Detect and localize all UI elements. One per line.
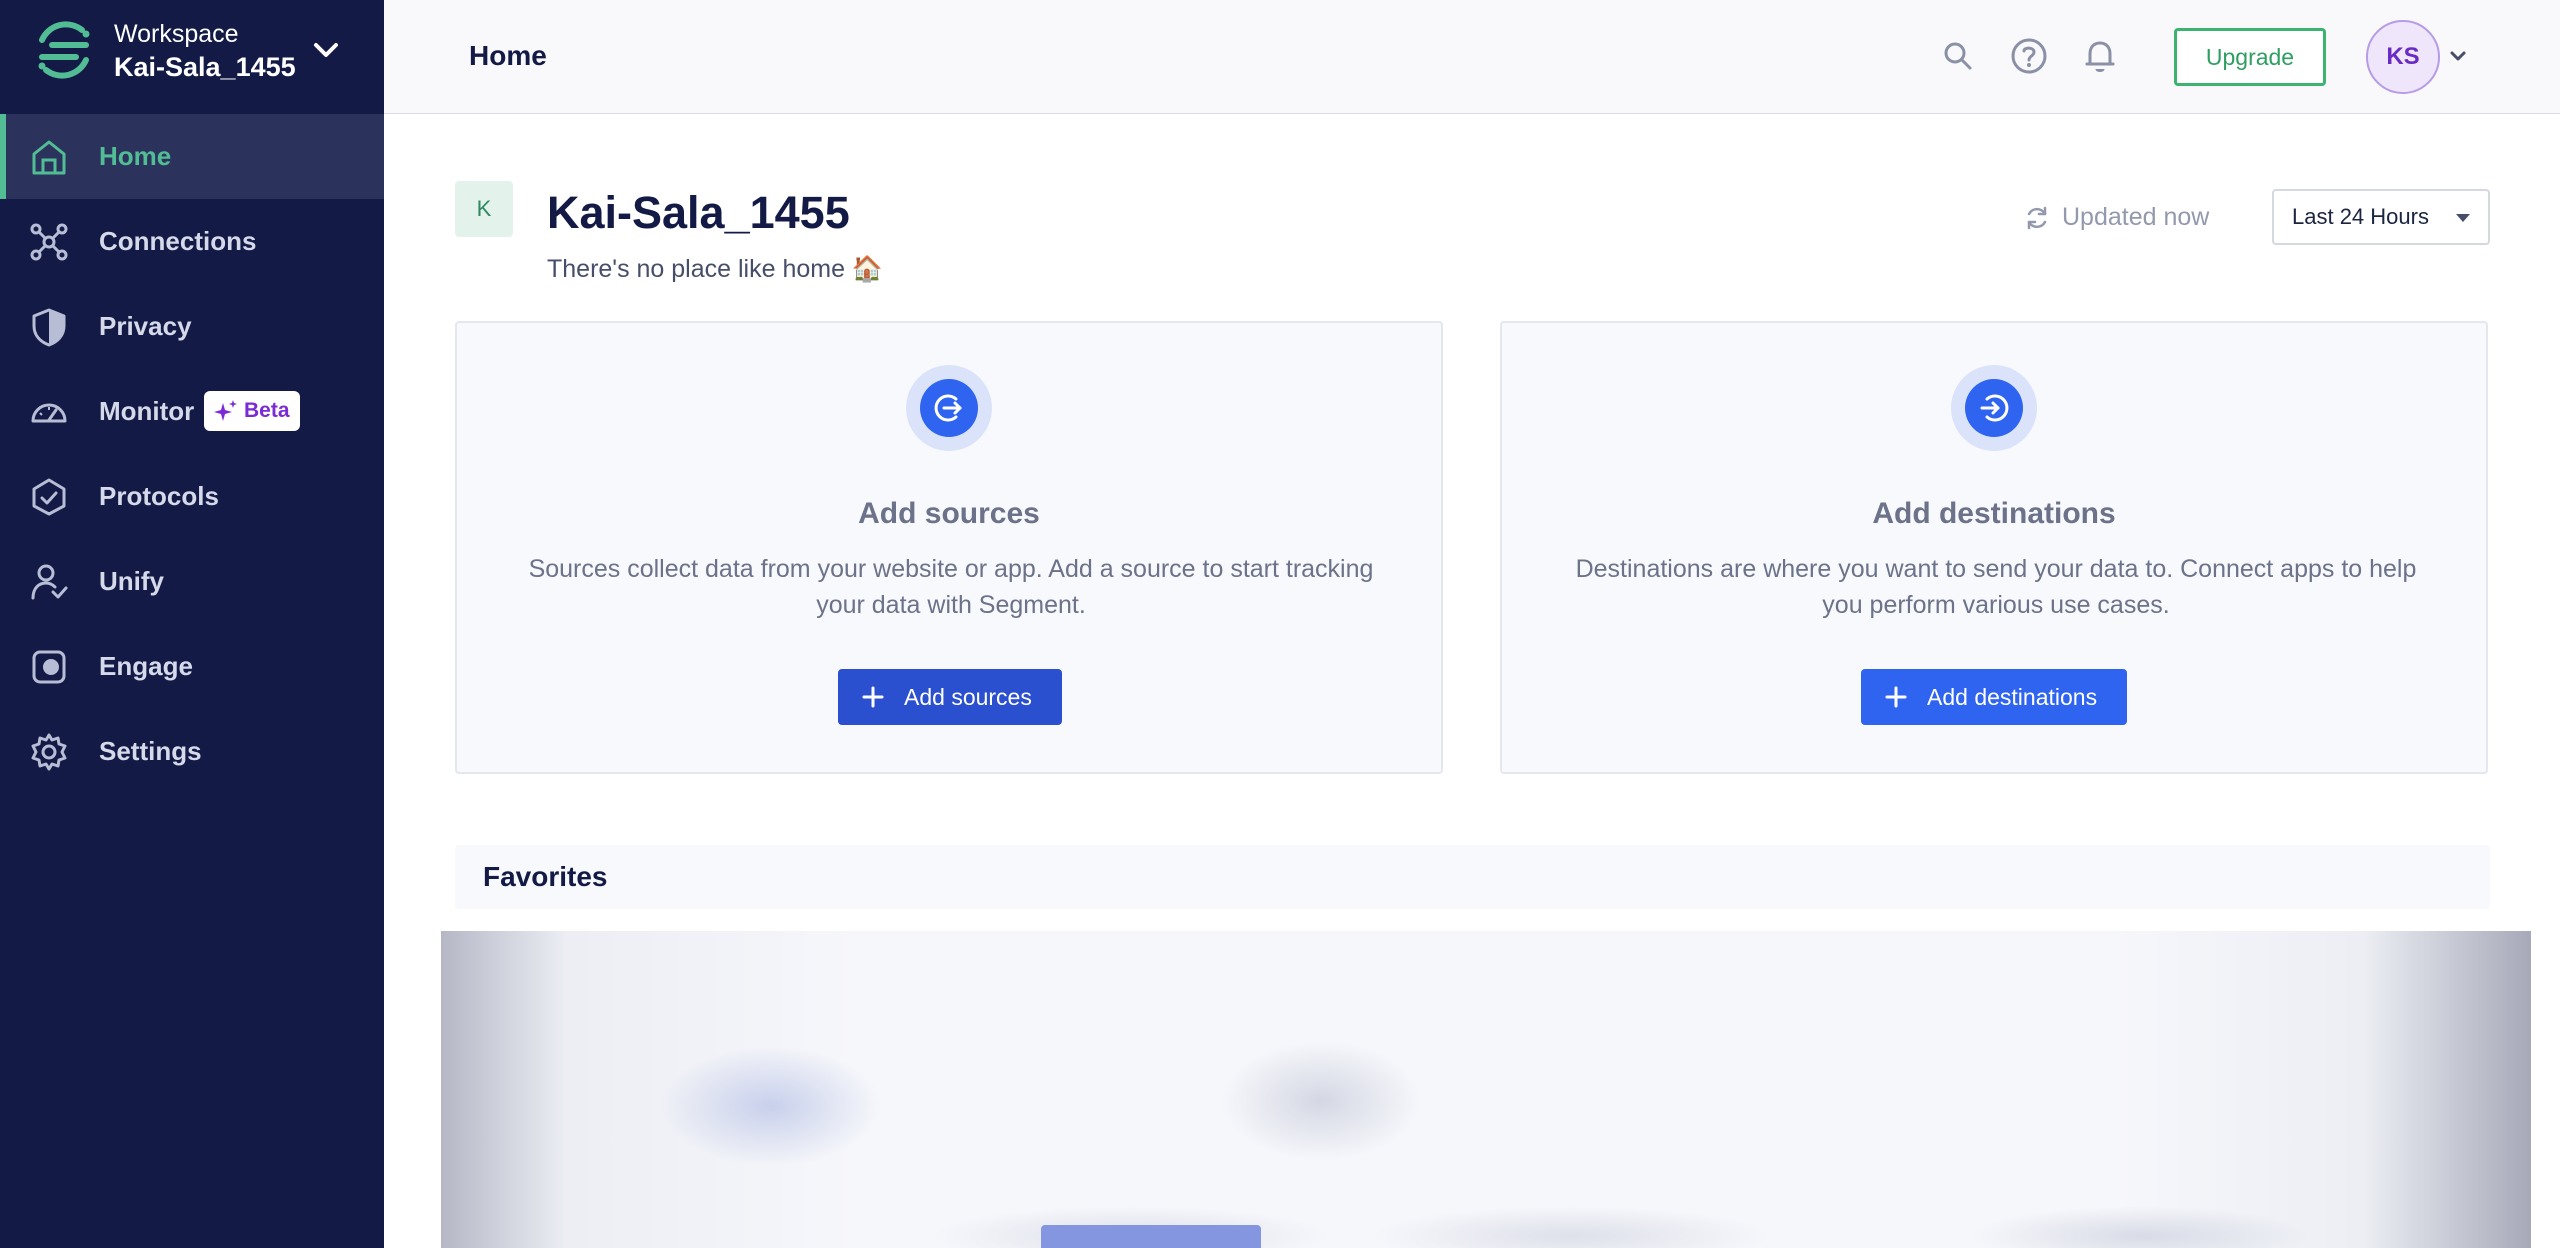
add-sources-card: Add sources Sources collect data from yo… [455, 321, 1443, 774]
sidebar-item-home[interactable]: Home [0, 114, 384, 199]
engage-icon [32, 650, 66, 684]
upgrade-button[interactable]: Upgrade [2174, 28, 2326, 86]
help-icon[interactable] [2009, 36, 2049, 76]
add-sources-button[interactable]: Add sources [838, 669, 1062, 725]
search-icon[interactable] [1938, 36, 1978, 76]
workspace-switcher[interactable]: Workspace Kai-Sala_1455 [0, 0, 384, 114]
card-title: Add destinations [1872, 497, 2116, 530]
add-destinations-button[interactable]: Add destinations [1861, 669, 2128, 725]
sidebar-item-monitor[interactable]: Monitor Beta [0, 369, 384, 454]
time-range-value: Last 24 Hours [2292, 204, 2429, 229]
refresh-icon [2027, 206, 2047, 229]
gauge-icon [31, 403, 67, 423]
updated-status: Updated now [2024, 203, 2209, 232]
top-bar: Home Upgrade KS [384, 0, 2560, 114]
shield-icon [32, 308, 66, 347]
workspace-initial-badge: K [455, 181, 513, 237]
sidebar: Workspace Kai-Sala_1455 Home Connections… [0, 0, 384, 1248]
favorites-title: Favorites [483, 861, 608, 892]
sidebar-item-label: Privacy [99, 311, 192, 341]
updated-text: Updated now [2062, 203, 2210, 231]
sidebar-item-label: Home [99, 141, 172, 171]
blurred-button [1041, 1225, 1261, 1248]
gear-icon [31, 733, 67, 771]
sidebar-item-unify[interactable]: Unify [0, 539, 384, 624]
home-icon [32, 140, 66, 175]
sidebar-item-engage[interactable]: Engage [0, 624, 384, 709]
protocols-icon [32, 478, 66, 516]
sidebar-item-label: Engage [99, 651, 193, 681]
chevron-down-icon[interactable] [2448, 48, 2468, 64]
add-destinations-card: Add destinations Destinations are where … [1500, 321, 2488, 774]
favorites-header: Favorites [455, 845, 2490, 909]
sidebar-item-protocols[interactable]: Protocols [0, 454, 384, 539]
sidebar-nav: Home Connections Privacy Monitor Beta Pr… [0, 114, 384, 794]
main-content: K Kai-Sala_1455 There's no place like ho… [384, 115, 2560, 1248]
button-label: Add destinations [1927, 683, 2098, 710]
plus-icon [862, 686, 884, 708]
sidebar-item-label: Connections [99, 226, 257, 256]
sidebar-item-settings[interactable]: Settings [0, 709, 384, 794]
workspace-tagline: There's no place like home 🏠 [547, 255, 884, 283]
destination-icon [1951, 365, 2037, 451]
source-icon [906, 365, 992, 451]
bell-icon[interactable] [2080, 36, 2120, 76]
workspace-label: Workspace [114, 20, 239, 48]
avatar[interactable]: KS [2366, 20, 2440, 94]
card-description: Destinations are where you want to send … [1575, 555, 2417, 619]
sidebar-item-label: Protocols [99, 481, 219, 511]
card-title: Add sources [858, 497, 1040, 530]
chevron-down-icon [314, 43, 338, 57]
blurred-favorites-placeholder [441, 931, 2531, 1248]
sidebar-item-connections[interactable]: Connections [0, 199, 384, 284]
time-range-select[interactable]: Last 24 Hours [2272, 189, 2490, 245]
workspace-title: Kai-Sala_1455 [547, 187, 850, 238]
sidebar-item-label: Monitor [99, 396, 195, 426]
beta-badge: Beta [204, 391, 300, 431]
card-description: Sources collect data from your website o… [528, 555, 1374, 619]
sidebar-item-privacy[interactable]: Privacy [0, 284, 384, 369]
caret-down-icon [2456, 214, 2470, 222]
beta-badge-label: Beta [244, 399, 290, 422]
connections-icon [30, 223, 68, 261]
button-label: Add sources [904, 683, 1032, 710]
segment-logo-icon [38, 21, 90, 79]
sidebar-item-label: Settings [99, 736, 202, 766]
sidebar-item-label: Unify [99, 566, 164, 596]
page-title: Home [469, 40, 547, 71]
plus-icon [1885, 686, 1907, 708]
user-icon [31, 564, 68, 600]
sparkle-icon [214, 400, 237, 421]
workspace-name: Kai-Sala_1455 [114, 52, 296, 82]
